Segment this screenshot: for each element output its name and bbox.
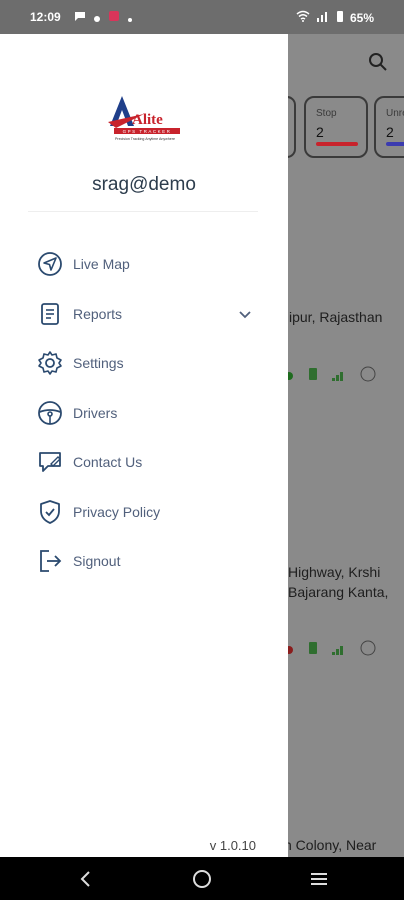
steering-wheel-icon <box>36 399 64 427</box>
status-card-stop: Stop 2 <box>304 96 368 158</box>
shield-icon <box>36 498 64 526</box>
gsm-signal-icon <box>332 368 346 386</box>
battery-icon <box>308 367 318 386</box>
menu-item-reports[interactable]: Reports <box>36 296 276 332</box>
ignition-icon <box>288 642 294 660</box>
info-icon <box>360 640 376 661</box>
battery-icon <box>336 10 344 25</box>
divider <box>28 211 258 212</box>
more-notifications-icon <box>128 11 132 25</box>
card-color-bar <box>316 142 358 146</box>
navigation-icon <box>36 250 64 278</box>
battery-icon <box>308 641 318 660</box>
status-bar: 12:09 65% <box>0 0 404 34</box>
vehicle-address: ipur, Rajasthan <box>289 309 383 325</box>
logo-subtext: GPS TRACKER <box>123 129 172 134</box>
signal-icon <box>316 10 330 25</box>
menu-label: Contact Us <box>73 454 143 470</box>
menu-item-signout[interactable]: Signout <box>36 543 276 579</box>
contact-icon <box>36 448 64 476</box>
notification-icons <box>74 10 132 25</box>
ignition-icon <box>288 368 294 386</box>
vehicle-status-icons <box>288 640 376 661</box>
status-card <box>288 96 296 158</box>
menu-label: Drivers <box>73 405 118 421</box>
menu-label: Settings <box>73 355 124 371</box>
system-nav-bar <box>0 857 404 900</box>
app-logo: Alite GPS TRACKER Precision Tracking Any… <box>104 92 186 144</box>
battery-percent: 65% <box>349 10 374 25</box>
vehicle-status-icons <box>288 366 376 387</box>
status-time: 12:09 <box>30 10 61 24</box>
menu-item-drivers[interactable]: Drivers <box>36 395 276 431</box>
chevron-down-icon[interactable] <box>238 307 252 326</box>
logo-text: Alite <box>132 112 163 128</box>
logo-tagline: Precision Tracking Anytime Anywhere <box>115 137 175 141</box>
card-count: 2 <box>386 124 394 140</box>
vehicle-address: Highway, Krshi <box>288 564 381 580</box>
background-content: Stop 2 Unre 2 ipur, Rajasthan Highway, K… <box>288 34 404 857</box>
signout-icon <box>36 547 64 575</box>
search-icon <box>368 52 388 77</box>
navigation-drawer: Alite GPS TRACKER Precision Tracking Any… <box>0 34 288 857</box>
menu-item-settings[interactable]: Settings <box>36 345 276 381</box>
menu-label: Signout <box>73 553 121 569</box>
notification-dot-icon <box>94 11 100 25</box>
system-status: 65% <box>296 10 374 25</box>
card-title: Unre <box>386 108 404 119</box>
card-count: 2 <box>316 124 324 140</box>
menu-label: Live Map <box>73 256 130 272</box>
report-icon <box>36 300 64 328</box>
menu-item-contact-us[interactable]: Contact Us <box>36 444 276 480</box>
card-title: Stop <box>316 108 337 119</box>
vehicle-address: Bajarang Kanta, <box>288 584 389 600</box>
settings-icon <box>36 349 64 377</box>
wifi-icon <box>296 10 310 25</box>
username: srag@demo <box>92 174 196 195</box>
menu-label: Privacy Policy <box>73 504 161 520</box>
menu-item-live-map[interactable]: Live Map <box>36 246 276 282</box>
speed-icon <box>360 366 376 387</box>
menu-item-privacy-policy[interactable]: Privacy Policy <box>36 494 276 530</box>
menu-label: Reports <box>73 306 123 322</box>
recent-apps-icon[interactable] <box>306 866 332 892</box>
app-version: v 1.0.10 <box>209 838 256 853</box>
gsm-signal-icon <box>332 642 346 660</box>
card-color-bar <box>386 142 404 146</box>
home-icon[interactable] <box>189 866 215 892</box>
back-icon[interactable] <box>72 866 98 892</box>
vehicle-address: h Colony, Near <box>288 837 377 853</box>
message-icon <box>74 10 86 25</box>
app-notification-icon <box>108 10 120 25</box>
status-card-unreachable: Unre 2 <box>374 96 404 158</box>
